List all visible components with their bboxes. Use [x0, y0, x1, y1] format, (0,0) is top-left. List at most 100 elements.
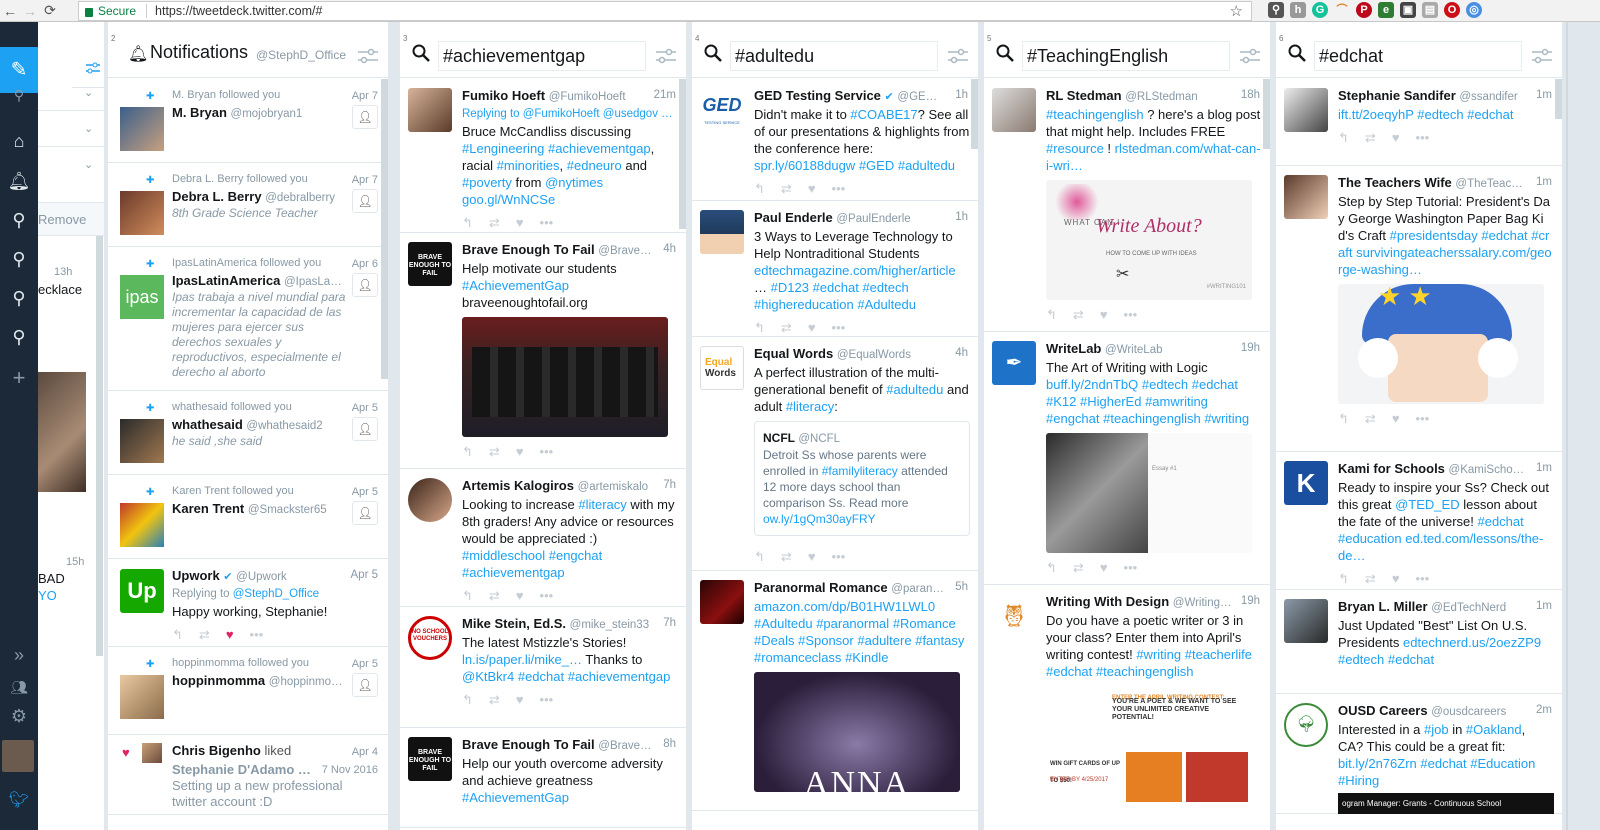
avatar[interactable]: BRAVE ENOUGH TO FAIL [408, 242, 452, 286]
evernote-icon[interactable]: e [1378, 2, 1394, 18]
tweet[interactable]: BRAVE ENOUGH TO FAIL Brave Enough To Fai… [400, 233, 686, 469]
avatar[interactable] [1284, 599, 1328, 643]
avatar[interactable] [120, 191, 164, 235]
twitter-bird-icon[interactable]: 🐦︎ [0, 790, 38, 812]
like-icon[interactable]: ♥ [226, 626, 234, 643]
more-icon[interactable]: ••• [832, 180, 846, 197]
avatar[interactable] [1284, 175, 1328, 219]
tweet-media-image[interactable] [38, 372, 86, 492]
column-settings-icon[interactable] [1240, 48, 1260, 64]
like-icon[interactable]: ♥ [1100, 559, 1108, 576]
like-icon[interactable]: ♥ [1392, 410, 1400, 427]
grammarly-icon[interactable]: G [1312, 2, 1328, 18]
like-icon[interactable]: ♥ [516, 691, 524, 708]
search-column-icon-4[interactable]: ⚲ [0, 326, 38, 348]
avatar[interactable] [142, 743, 162, 763]
tweet-media-image[interactable]: WHAT CAN I Write About? HOW TO COME UP W… [1046, 180, 1252, 300]
reply-icon[interactable]: ↰ [462, 443, 473, 460]
tweet[interactable]: 🌳︎ OUSD Careers @ousdcareers 2m Interest… [1276, 694, 1562, 814]
column-header[interactable]: 4 #adultedu [692, 22, 978, 78]
like-icon[interactable]: ♥ [808, 180, 816, 197]
avatar[interactable] [120, 107, 164, 151]
more-icon[interactable]: ••• [250, 626, 264, 643]
follow-button[interactable]: 👤︎ [352, 105, 378, 129]
more-icon[interactable]: ••• [832, 319, 846, 336]
tweet[interactable]: Fumiko Hoeft @FumikoHoeft 21m Replying t… [400, 79, 686, 233]
like-icon[interactable]: ♥ [1100, 306, 1108, 323]
more-icon[interactable]: ••• [540, 443, 554, 460]
column-settings-icon[interactable] [656, 48, 676, 64]
reply-icon[interactable]: ↰ [462, 691, 473, 708]
column-settings-icon[interactable] [948, 48, 968, 64]
tweet-media-banner[interactable]: ogram Manager: Grants - Continuous Schoo… [1338, 793, 1554, 814]
notification-item[interactable]: ✚ hoppinmomma followed you Apr 5 hoppinm… [108, 647, 388, 735]
more-icon[interactable]: ••• [832, 548, 846, 565]
tweet[interactable]: GED TESTING SERVICE GED Testing Service ✔… [692, 79, 978, 201]
reply-icon[interactable]: ↰ [1046, 306, 1057, 323]
avatar[interactable]: ipas [120, 275, 164, 319]
tweet[interactable]: BRAVE ENOUGH TO FAIL Brave Enough To Fai… [400, 728, 686, 828]
more-icon[interactable]: ••• [540, 214, 554, 231]
arc-extension-icon[interactable]: ⌒ [1334, 2, 1350, 18]
retweet-icon[interactable]: ⇄ [1073, 306, 1084, 323]
reply-icon[interactable]: ↰ [754, 548, 765, 565]
back-icon[interactable]: ← [0, 3, 20, 19]
tweet[interactable]: The Teachers Wife @TheTeac… 1m Step by S… [1276, 166, 1562, 452]
scrollbar[interactable] [1555, 79, 1562, 119]
avatar[interactable] [408, 478, 452, 522]
more-icon[interactable]: ••• [540, 587, 554, 604]
retweet-icon[interactable]: ⇄ [1365, 129, 1376, 146]
contest-flyer-image[interactable]: ENTER THE APRIL WRITING CONTEST: YOU'RE … [1046, 686, 1252, 806]
column-header[interactable]: 2 🔔︎ Notifications @StephD_Office [108, 22, 388, 78]
notification-item[interactable]: ✚ whathesaid followed you Apr 5 whathesa… [108, 391, 388, 475]
scrollbar[interactable] [1263, 79, 1270, 149]
reply-icon[interactable]: ↰ [462, 214, 473, 231]
notifications-bell-icon[interactable]: 🔔︎ [0, 170, 38, 192]
add-column-icon[interactable]: + [0, 367, 38, 389]
search-icon[interactable]: ⚲ [0, 84, 38, 106]
follow-button[interactable]: 👤︎ [352, 273, 378, 297]
retweet-icon[interactable]: ⇄ [489, 587, 500, 604]
like-icon[interactable]: ♥ [1392, 570, 1400, 587]
like-icon[interactable]: ♥ [808, 548, 816, 565]
reply-icon[interactable]: ↰ [1338, 570, 1349, 587]
notification-item[interactable]: ✚ Debra L. Berry followed you Apr 7 Debr… [108, 163, 388, 247]
tweet[interactable]: Up Upwork ✔ @Upwork Apr 5 Replying to @S… [108, 559, 388, 647]
more-icon[interactable]: ••• [540, 691, 554, 708]
h-extension-icon[interactable]: h [1290, 2, 1306, 18]
retweet-icon[interactable]: ⇄ [781, 180, 792, 197]
avatar[interactable] [700, 210, 744, 254]
like-icon[interactable]: ♥ [516, 587, 524, 604]
vpn-extension-icon[interactable]: ◎ [1466, 2, 1482, 18]
retweet-icon[interactable]: ⇄ [199, 626, 210, 643]
more-icon[interactable]: ••• [1416, 129, 1430, 146]
address-bar[interactable]: Secure https://tweetdeck.twitter.com/# ☆ [78, 1, 1252, 21]
forward-icon[interactable]: → [20, 3, 40, 19]
url-text[interactable]: https://tweetdeck.twitter.com/# [155, 4, 322, 18]
like-icon[interactable]: ♥ [1392, 129, 1400, 146]
avatar[interactable]: 🦉︎ [992, 594, 1036, 638]
search-query-input[interactable]: #achievementgap [438, 41, 646, 71]
reply-icon[interactable]: ↰ [1338, 129, 1349, 146]
avatar[interactable]: BRAVE ENOUGH TO FAIL [408, 737, 452, 781]
notification-item[interactable]: ✚ M. Bryan followed you Apr 7 M. Bryan @… [108, 79, 388, 163]
reply-icon[interactable]: ↰ [754, 319, 765, 336]
quoted-tweet[interactable]: NCFL @NCFL Detroit Ss whose parents were… [754, 421, 970, 536]
more-icon[interactable]: ••• [1124, 559, 1138, 576]
tweet[interactable]: Paul Enderle @PaulEnderle 1h 3 Ways to L… [692, 201, 978, 337]
avatar[interactable] [408, 88, 452, 132]
avatar[interactable] [1284, 88, 1328, 132]
reply-icon[interactable]: ↰ [1046, 559, 1057, 576]
like-icon[interactable]: ♥ [808, 319, 816, 336]
avatar[interactable] [120, 419, 164, 463]
book-cover-image[interactable]: ANNA [754, 672, 960, 792]
column-settings-icon[interactable] [358, 48, 378, 64]
more-icon[interactable]: ••• [1124, 306, 1138, 323]
avatar[interactable]: Equal Words [700, 346, 744, 390]
reply-icon[interactable]: ↰ [754, 180, 765, 197]
search-column-icon-2[interactable]: ⚲ [0, 248, 38, 270]
bookmark-star-icon[interactable]: ☆ [1230, 2, 1243, 20]
pinterest-icon[interactable]: P [1356, 2, 1372, 18]
scrollbar[interactable] [381, 79, 388, 379]
retweet-icon[interactable]: ⇄ [781, 548, 792, 565]
